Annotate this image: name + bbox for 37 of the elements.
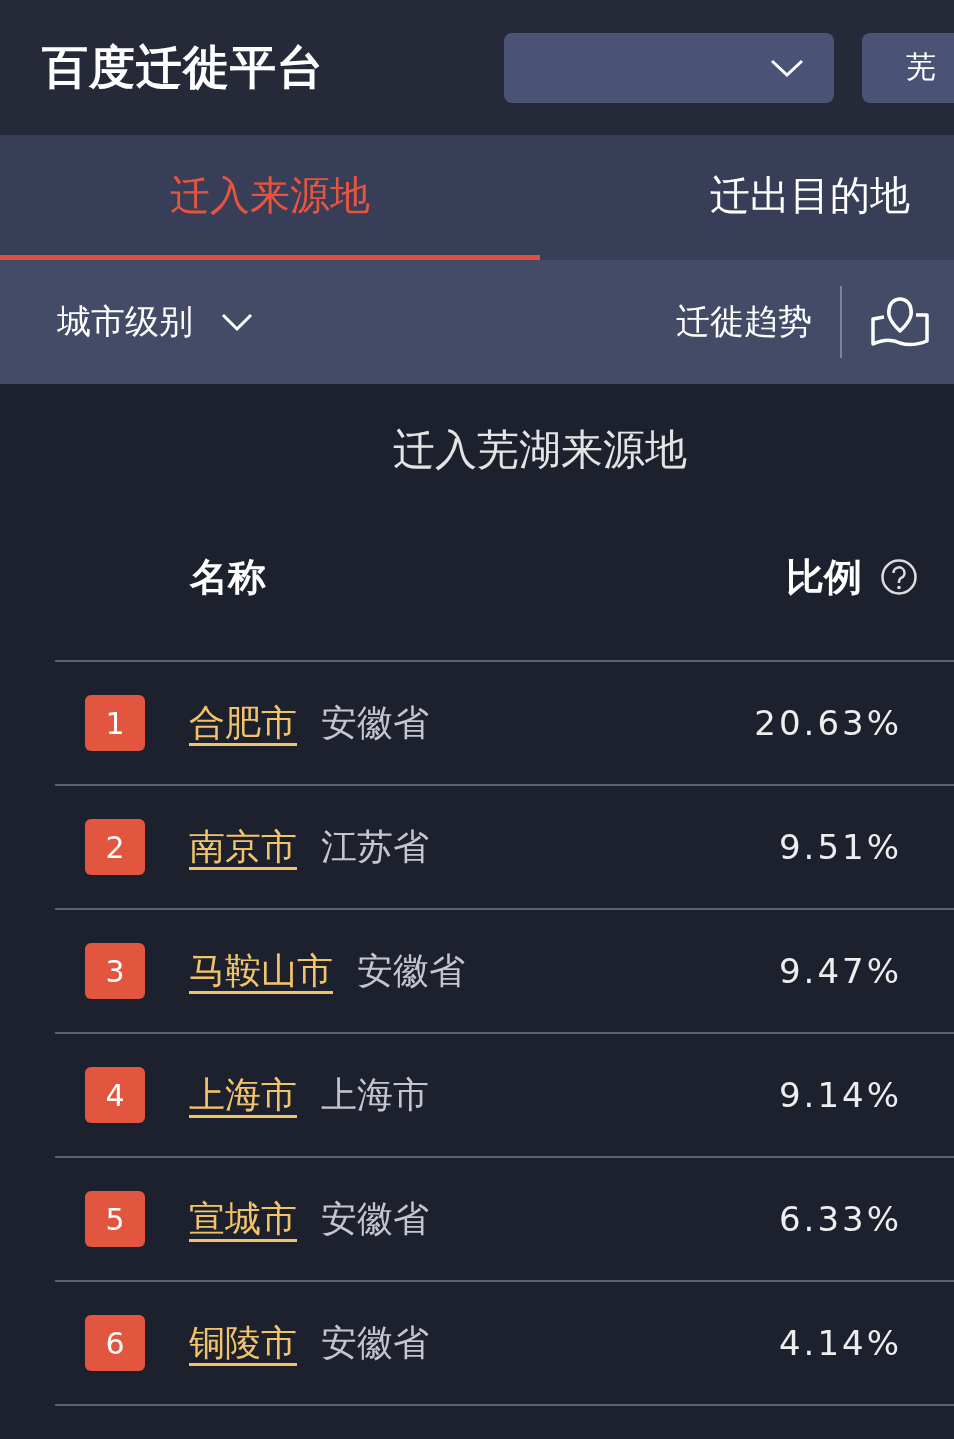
share-value: 9.47% — [779, 951, 902, 991]
city-link[interactable]: 宣城市 — [189, 1194, 297, 1244]
city-level-dropdown[interactable]: 城市级别 — [57, 299, 253, 345]
rank-badge: 3 — [85, 943, 145, 999]
rank-badge: 5 — [85, 1191, 145, 1247]
rank-badge: 2 — [85, 819, 145, 875]
chevron-icon — [770, 57, 804, 78]
city-link[interactable]: 合肥市 — [189, 698, 297, 748]
city-link[interactable]: 马鞍山市 — [189, 946, 333, 996]
help-icon[interactable] — [880, 558, 918, 596]
dropdown-field[interactable] — [504, 32, 834, 103]
province-text: 安徽省 — [357, 948, 465, 993]
chevron-icon — [221, 312, 253, 332]
city-link[interactable]: 铜陵市 — [189, 1318, 297, 1368]
province-text: 安徽省 — [321, 1196, 429, 1241]
trend-button[interactable]: 迁徙趋势 — [676, 299, 812, 345]
map-pin-icon[interactable] — [870, 297, 930, 347]
city-link[interactable]: 上海市 — [189, 1070, 297, 1120]
tab[interactable]: 迁出目的地 — [540, 135, 954, 260]
panel-title: 迁入芜湖来源地 — [392, 424, 688, 476]
province-text: 上海市 — [321, 1072, 429, 1117]
province-text: 安徽省 — [321, 1320, 429, 1365]
share-value: 9.51% — [779, 827, 902, 867]
rank-badge: 6 — [85, 1315, 145, 1371]
logo-text: 百度迁徙平台 — [42, 38, 325, 96]
column-header: 比例 — [786, 553, 862, 601]
share-value: 6.33% — [779, 1199, 902, 1239]
column-header: 名称 — [190, 553, 267, 601]
share-value: 20.63% — [754, 703, 902, 743]
city-button[interactable]: 芜 — [862, 32, 954, 103]
rank-badge: 4 — [85, 1067, 145, 1123]
rank-badge: 1 — [85, 695, 145, 751]
province-text: 江苏省 — [321, 824, 429, 869]
share-value: 4.14% — [779, 1323, 902, 1363]
city-link[interactable]: 南京市 — [189, 822, 297, 872]
share-value: 9.14% — [779, 1075, 902, 1115]
province-text: 安徽省 — [321, 700, 429, 745]
